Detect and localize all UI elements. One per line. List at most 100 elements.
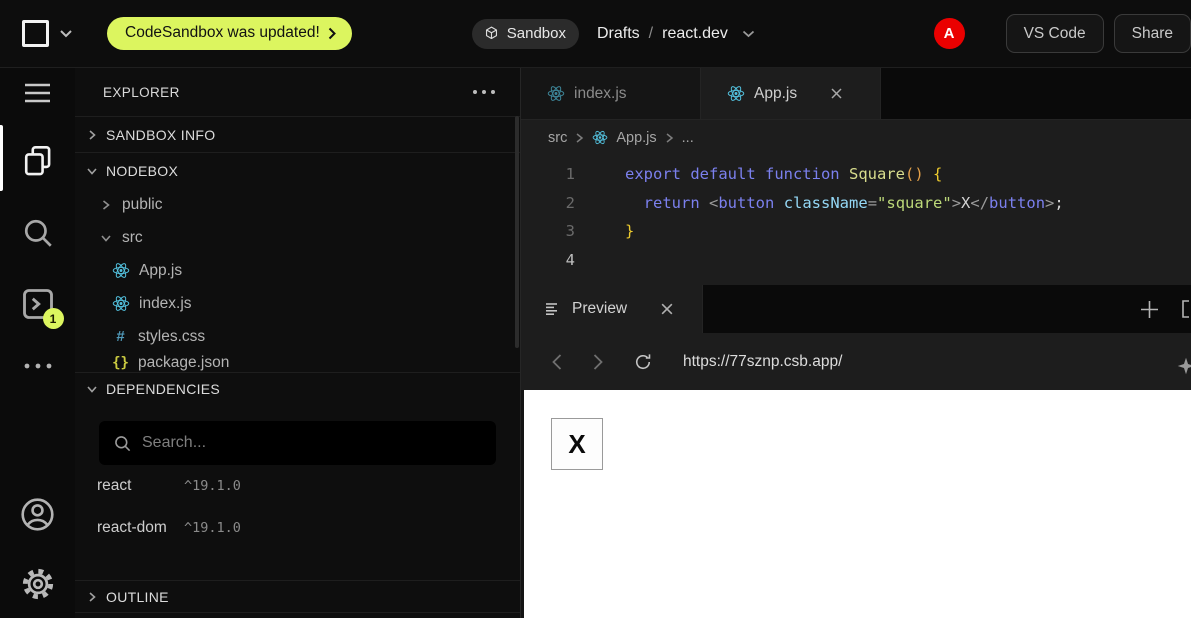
- layout-panel-icon[interactable]: [1181, 299, 1191, 319]
- preview-navbar: https://77sznp.csb.app/: [521, 333, 1191, 390]
- add-tab-icon[interactable]: [1140, 300, 1159, 319]
- tree-item-label: index.js: [139, 295, 192, 313]
- tree-folder-src[interactable]: src: [75, 221, 520, 254]
- code-text: return <button className="square">X</but…: [575, 189, 1064, 218]
- sparkle-icon[interactable]: [1175, 355, 1191, 377]
- tree-item-label: App.js: [139, 262, 182, 280]
- tree-file-index-js[interactable]: index.js: [75, 287, 520, 320]
- active-view-indicator: [0, 125, 3, 191]
- dependency-version: ^19.1.0: [184, 520, 241, 536]
- preview-content: X: [521, 390, 1191, 618]
- code-line[interactable]: 4: [521, 246, 1191, 275]
- tab-label: App.js: [754, 85, 797, 103]
- section-label: SANDBOX INFO: [106, 127, 215, 143]
- dependency-name: react-dom: [97, 519, 175, 537]
- breadcrumb-src[interactable]: src: [548, 130, 567, 146]
- list-icon: [545, 302, 561, 316]
- preview-tabstrip: Preview: [521, 285, 1191, 333]
- dependency-row[interactable]: react ^19.1.0: [75, 465, 520, 507]
- top-header: CodeSandbox was updated! Sandbox Drafts …: [0, 0, 1191, 68]
- chevron-right-icon: [85, 590, 99, 604]
- section-nodebox[interactable]: NODEBOX: [75, 153, 520, 188]
- chevron-right-icon: [100, 198, 112, 212]
- dependency-search[interactable]: [99, 421, 496, 465]
- breadcrumb-symbol[interactable]: ...: [682, 130, 694, 146]
- code-text: [575, 246, 625, 275]
- refresh-icon[interactable]: [633, 352, 653, 372]
- code-line[interactable]: 3}: [521, 217, 1191, 246]
- tree-folder-public[interactable]: public: [75, 188, 520, 221]
- chevron-down-icon[interactable]: [742, 30, 755, 38]
- explorer-scrollbar[interactable]: [515, 116, 519, 348]
- code-editor[interactable]: 1export default function Square() {2 ret…: [521, 155, 1191, 285]
- section-label: DEPENDENCIES: [106, 381, 220, 397]
- dependency-version: ^19.1.0: [184, 478, 241, 494]
- chevron-down-icon: [85, 164, 99, 178]
- update-banner[interactable]: CodeSandbox was updated!: [107, 17, 352, 50]
- react-icon: [547, 85, 565, 102]
- section-outline[interactable]: OUTLINE: [75, 581, 520, 612]
- json-braces-icon: {}: [112, 355, 129, 371]
- code-text: }: [575, 217, 634, 246]
- preview-url[interactable]: https://77sznp.csb.app/: [683, 353, 842, 371]
- chevron-right-icon: [575, 132, 584, 144]
- tree-item-label: src: [122, 229, 143, 247]
- dependency-row[interactable]: react-dom ^19.1.0: [75, 507, 520, 549]
- search-icon[interactable]: [21, 216, 55, 250]
- close-icon[interactable]: [830, 87, 843, 100]
- sandbox-badge[interactable]: Sandbox: [472, 19, 579, 49]
- css-hash-icon: #: [112, 328, 129, 345]
- user-avatar[interactable]: A: [934, 18, 965, 49]
- breadcrumb-separator: /: [649, 25, 653, 43]
- chevron-right-icon: [85, 128, 99, 142]
- section-dependencies[interactable]: DEPENDENCIES: [75, 373, 520, 404]
- tree-item-label: styles.css: [138, 328, 205, 346]
- react-icon: [112, 295, 130, 312]
- share-button[interactable]: Share: [1114, 14, 1191, 53]
- codesandbox-logo[interactable]: [22, 20, 49, 47]
- react-icon: [112, 262, 130, 279]
- terminal-icon[interactable]: 1: [20, 286, 56, 322]
- avatar-letter: A: [944, 25, 955, 42]
- chevron-right-icon: [665, 132, 674, 144]
- editor-breadcrumb[interactable]: src App.js ...: [521, 120, 1191, 155]
- back-icon[interactable]: [551, 353, 563, 371]
- settings-gear-icon[interactable]: [19, 565, 57, 603]
- explorer-title: EXPLORER: [103, 85, 180, 100]
- react-icon: [592, 130, 608, 145]
- code-line[interactable]: 2 return <button className="square">X</b…: [521, 189, 1191, 218]
- line-number: 2: [521, 189, 575, 218]
- project-breadcrumb[interactable]: Drafts / react.dev: [597, 25, 755, 43]
- preview-tab[interactable]: Preview: [521, 285, 703, 333]
- more-actions-icon[interactable]: [23, 362, 53, 370]
- tree-file-app-js[interactable]: App.js: [75, 254, 520, 287]
- account-icon[interactable]: [19, 496, 56, 533]
- section-sandbox-info[interactable]: SANDBOX INFO: [75, 117, 520, 152]
- tab-index-js[interactable]: index.js: [521, 68, 701, 119]
- dependency-search-input[interactable]: [142, 434, 442, 452]
- code-line[interactable]: 1export default function Square() {: [521, 160, 1191, 189]
- terminal-badge: 1: [43, 308, 64, 329]
- section-label: OUTLINE: [106, 589, 169, 605]
- update-banner-label: CodeSandbox was updated!: [125, 24, 320, 42]
- tree-item-label: public: [122, 196, 163, 214]
- breadcrumb-folder: Drafts: [597, 25, 640, 43]
- explorer-header: EXPLORER: [75, 68, 520, 117]
- explorer-files-icon[interactable]: [22, 144, 54, 178]
- close-icon[interactable]: [660, 302, 674, 316]
- tree-file-package-json[interactable]: {} package.json: [75, 353, 520, 372]
- chevron-down-icon: [85, 382, 99, 396]
- code-lines: 1export default function Square() {2 ret…: [521, 160, 1191, 274]
- explorer-more-icon[interactable]: [472, 89, 496, 95]
- vscode-button[interactable]: VS Code: [1006, 14, 1104, 53]
- tab-app-js[interactable]: App.js: [701, 68, 881, 119]
- breadcrumb-file[interactable]: App.js: [616, 130, 656, 146]
- tree-file-styles-css[interactable]: # styles.css: [75, 320, 520, 353]
- forward-icon[interactable]: [592, 353, 604, 371]
- menu-icon[interactable]: [24, 82, 51, 104]
- line-number: 3: [521, 217, 575, 246]
- line-number: 4: [521, 246, 575, 275]
- preview-square-button[interactable]: X: [551, 418, 603, 470]
- chevron-down-icon[interactable]: [59, 29, 73, 38]
- tab-label: index.js: [574, 85, 627, 103]
